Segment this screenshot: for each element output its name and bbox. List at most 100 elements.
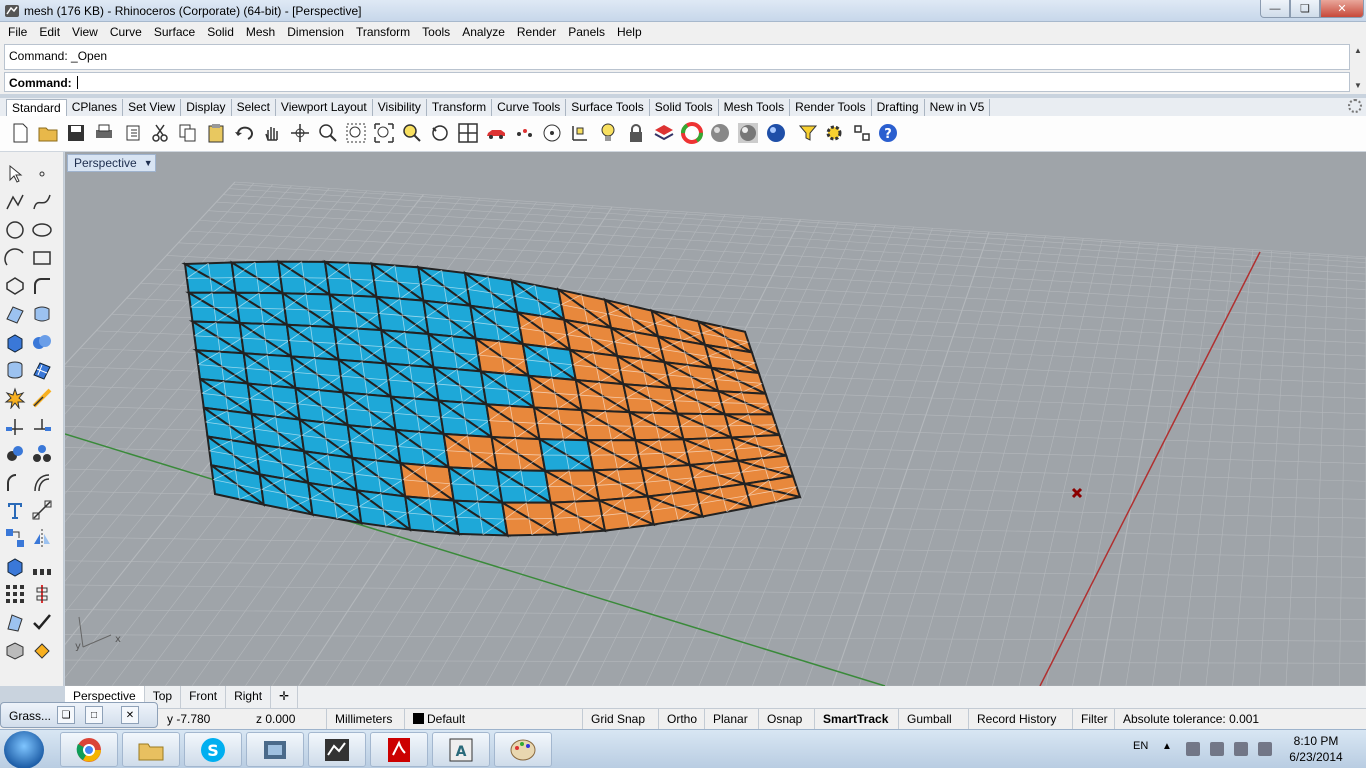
minimize-button[interactable]: — xyxy=(1260,0,1290,18)
rhino-icon[interactable] xyxy=(308,732,366,767)
network-icon[interactable] xyxy=(1234,742,1248,756)
menu-mesh[interactable]: Mesh xyxy=(240,22,281,42)
menu-solid[interactable]: Solid xyxy=(201,22,240,42)
new-file-icon[interactable] xyxy=(8,121,32,145)
shaded-sphere-icon[interactable] xyxy=(708,121,732,145)
polyline-icon[interactable] xyxy=(3,190,27,214)
split-icon[interactable] xyxy=(30,386,54,410)
options-gear-icon[interactable] xyxy=(822,121,846,145)
tab-curve-tools[interactable]: Curve Tools xyxy=(492,99,567,116)
mirror-icon[interactable] xyxy=(30,526,54,550)
system-clock[interactable]: 8:10 PM 6/23/2014 xyxy=(1280,733,1352,765)
gh-close-icon[interactable]: ✕ xyxy=(121,706,139,724)
planar-button[interactable]: Planar xyxy=(704,709,756,729)
viewport-tab-front[interactable]: Front xyxy=(181,686,227,708)
select-filter-icon[interactable] xyxy=(796,121,820,145)
curve-icon[interactable] xyxy=(30,190,54,214)
light-bulb-icon[interactable] xyxy=(596,121,620,145)
point-icon[interactable] xyxy=(30,162,54,186)
arc-icon[interactable] xyxy=(3,246,27,270)
menu-surface[interactable]: Surface xyxy=(148,22,201,42)
menu-transform[interactable]: Transform xyxy=(350,22,416,42)
file-explorer-icon[interactable] xyxy=(122,732,180,767)
gear-icon[interactable] xyxy=(1348,99,1362,113)
menu-tools[interactable]: Tools xyxy=(416,22,456,42)
layer-icon[interactable] xyxy=(652,121,676,145)
undo-view-icon[interactable] xyxy=(428,121,452,145)
tab-transform[interactable]: Transform xyxy=(427,99,493,116)
units-display[interactable]: Millimeters xyxy=(326,709,400,729)
tab-visibility[interactable]: Visibility xyxy=(373,99,427,116)
copy-icon[interactable] xyxy=(176,121,200,145)
ungroup-icon[interactable] xyxy=(30,442,54,466)
rectangle-icon[interactable] xyxy=(30,246,54,270)
tab-set-view[interactable]: Set View xyxy=(123,99,182,116)
tab-drafting[interactable]: Drafting xyxy=(872,99,925,116)
save-icon[interactable] xyxy=(64,121,88,145)
zoom-window-icon[interactable] xyxy=(344,121,368,145)
tab-select[interactable]: Select xyxy=(232,99,276,116)
select-arrow-icon[interactable] xyxy=(3,162,27,186)
tab-new-in-v5[interactable]: New in V5 xyxy=(925,99,991,116)
action-center-flag-icon[interactable] xyxy=(1186,742,1200,756)
box-icon[interactable] xyxy=(3,330,27,354)
rotate-view-icon[interactable] xyxy=(288,121,312,145)
layer-indicator[interactable]: Default xyxy=(404,709,473,729)
ortho-button[interactable]: Ortho xyxy=(658,709,705,729)
menu-view[interactable]: View xyxy=(66,22,104,42)
open-folder-icon[interactable] xyxy=(36,121,60,145)
restore-button[interactable]: ❏ xyxy=(1290,0,1320,18)
scroll-up-icon[interactable]: ▲ xyxy=(1354,46,1362,55)
text-icon[interactable] xyxy=(3,498,27,522)
osnap-button[interactable]: Osnap xyxy=(758,709,810,729)
mesh-plane-icon[interactable] xyxy=(30,358,54,382)
menu-help[interactable]: Help xyxy=(611,22,648,42)
polygon-icon[interactable] xyxy=(3,274,27,298)
paint-bucket-icon[interactable] xyxy=(30,638,54,662)
close-button[interactable]: ✕ xyxy=(1320,0,1364,18)
gh-restore-icon[interactable]: ❏ xyxy=(57,706,75,724)
zoom-icon[interactable] xyxy=(316,121,340,145)
viewport-scene[interactable]: x y xyxy=(65,152,1366,686)
menu-render[interactable]: Render xyxy=(511,22,562,42)
pan-hand-icon[interactable] xyxy=(260,121,284,145)
dimension-icon[interactable] xyxy=(30,498,54,522)
gumball-button[interactable]: Gumball xyxy=(898,709,960,729)
smarttrack-button[interactable]: SmartTrack xyxy=(814,709,896,729)
points-icon[interactable] xyxy=(512,121,536,145)
fillet-edge-icon[interactable] xyxy=(3,470,27,494)
grid-snap-button[interactable]: Grid Snap xyxy=(582,709,653,729)
paint-icon[interactable] xyxy=(494,732,552,767)
analyze-icon[interactable] xyxy=(30,582,54,606)
zoom-extents-icon[interactable] xyxy=(372,121,396,145)
menu-file[interactable]: File xyxy=(2,22,33,42)
ellipse-icon[interactable] xyxy=(30,218,54,242)
menu-analyze[interactable]: Analyze xyxy=(456,22,511,42)
render-sphere-icon[interactable] xyxy=(764,121,788,145)
fillet-curve-icon[interactable] xyxy=(30,274,54,298)
block-icon[interactable] xyxy=(3,554,27,578)
help-icon[interactable]: ? xyxy=(876,121,900,145)
tab-render-tools[interactable]: Render Tools xyxy=(790,99,872,116)
viewport-tab-right[interactable]: Right xyxy=(226,686,272,708)
toolbar-layout-icon[interactable] xyxy=(850,121,874,145)
rendered-sphere-icon[interactable] xyxy=(736,121,760,145)
tab-mesh-tools[interactable]: Mesh Tools xyxy=(719,99,791,116)
usb-device-icon[interactable] xyxy=(1210,742,1224,756)
scroll-down-icon[interactable]: ▼ xyxy=(1354,81,1362,90)
tab-solid-tools[interactable]: Solid Tools xyxy=(650,99,719,116)
command-scroll[interactable]: ▲ ▼ xyxy=(1352,46,1364,90)
transform-icon[interactable] xyxy=(3,526,27,550)
input-language[interactable]: EN xyxy=(1133,740,1148,752)
array-linear-icon[interactable] xyxy=(30,554,54,578)
cylinder-icon[interactable] xyxy=(3,358,27,382)
target-icon[interactable] xyxy=(540,121,564,145)
circle-icon[interactable] xyxy=(3,218,27,242)
filter-button[interactable]: Filter xyxy=(1072,709,1116,729)
media-icon[interactable] xyxy=(246,732,304,767)
cplane-icon[interactable] xyxy=(568,121,592,145)
grasshopper-minimized-window[interactable]: Grass... ❏ □ ✕ xyxy=(0,702,158,728)
tab-standard[interactable]: Standard xyxy=(6,99,67,116)
viewport-title[interactable]: Perspective ▼ xyxy=(67,154,156,172)
car-icon[interactable] xyxy=(484,121,508,145)
